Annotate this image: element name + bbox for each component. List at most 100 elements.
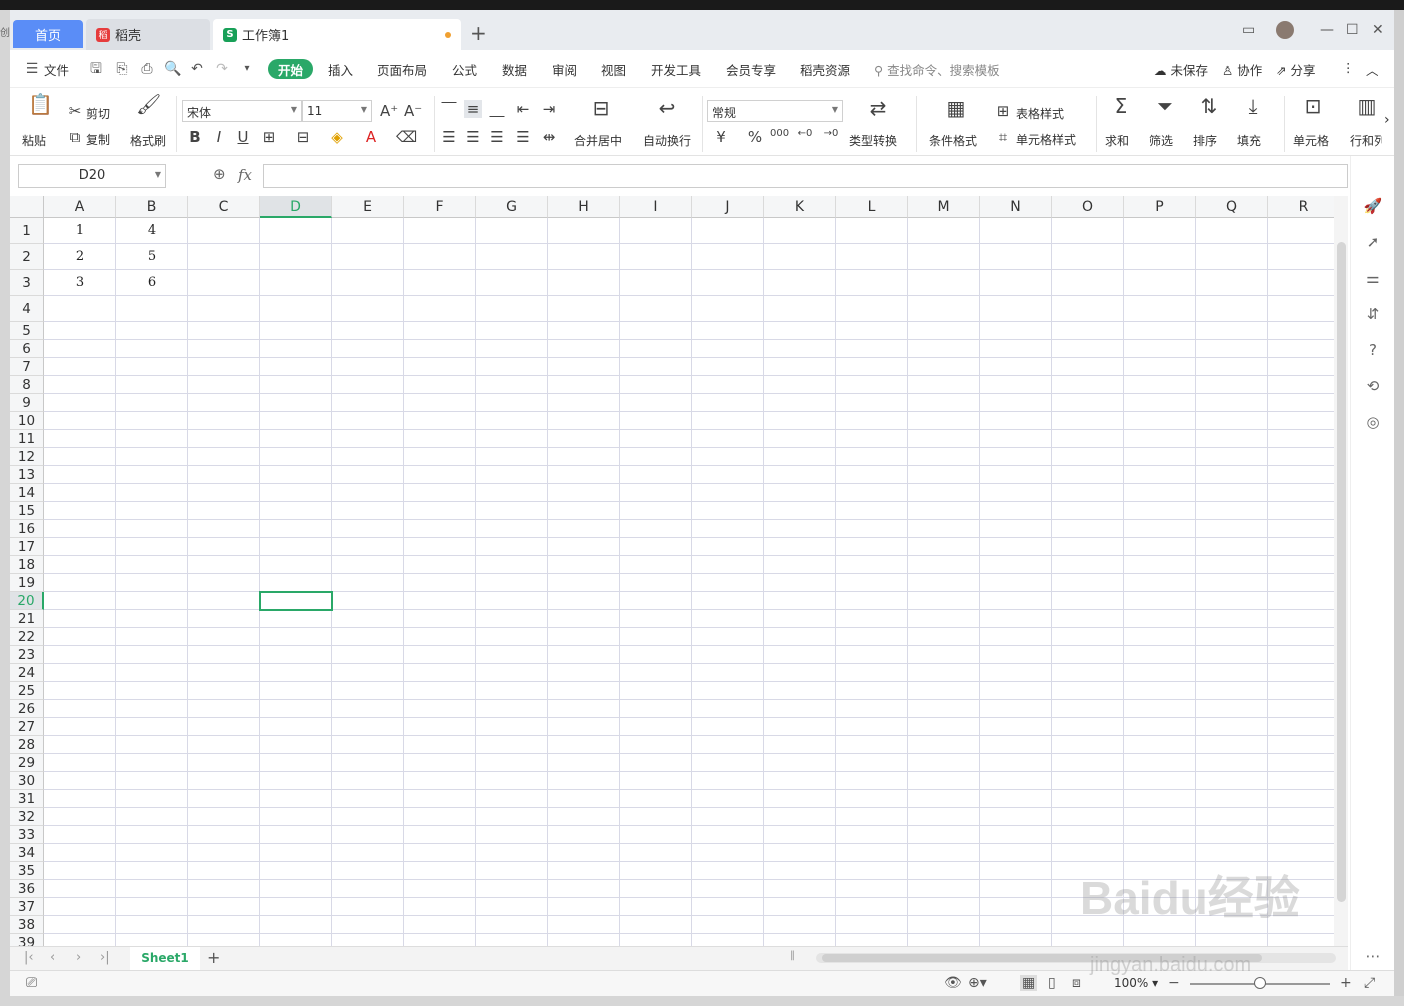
vertical-scrollbar[interactable] [1334,196,1348,946]
row-header-32[interactable]: 32 [10,808,44,826]
undo-icon[interactable]: ↶ [189,61,205,77]
align-left-icon[interactable]: ☰ [440,128,458,146]
column-header-i[interactable]: I [620,196,692,218]
cell-icon[interactable]: ⊡ [1302,94,1324,118]
sum-icon[interactable]: Σ [1110,94,1132,118]
ribbon-scroll-right-icon[interactable]: › [1384,112,1390,128]
strikethrough-icon[interactable]: ⊟ [294,128,312,146]
menu-developer[interactable]: 开发工具 [651,60,701,79]
column-header-m[interactable]: M [908,196,980,218]
format-painter-icon[interactable]: 🖌 [136,92,161,116]
paste-icon[interactable]: 📋 [28,92,53,116]
row-header-30[interactable]: 30 [10,772,44,790]
border-icon[interactable]: ⊞ [260,128,278,146]
macro-record-icon[interactable]: ⎚ [26,975,37,991]
cell-a2[interactable]: 2 [44,244,116,270]
vertical-scroll-thumb[interactable] [1337,242,1346,902]
select-all-corner[interactable] [10,196,44,218]
row-header-1[interactable]: 1 [10,218,44,244]
split-handle-icon[interactable]: ‖ [790,950,795,961]
last-sheet-icon[interactable]: ›| [100,950,110,965]
new-tab-button[interactable]: + [470,23,487,43]
sort-icon[interactable]: ⇅ [1198,94,1220,118]
filter-button[interactable]: 筛选 [1149,132,1173,149]
row-header-8[interactable]: 8 [10,376,44,394]
indent-icon[interactable]: ⇥ [540,100,558,118]
share-button[interactable]: ⇗ 分享 [1276,60,1315,79]
cursor-icon[interactable]: ➚ [1363,232,1383,252]
column-header-n[interactable]: N [980,196,1052,218]
first-sheet-icon[interactable]: |‹ [24,950,34,965]
row-header-10[interactable]: 10 [10,412,44,430]
row-header-14[interactable]: 14 [10,484,44,502]
bold-icon[interactable]: B [186,128,204,146]
scissors-icon[interactable]: ✂ [66,102,84,120]
column-header-c[interactable]: C [188,196,260,218]
underline-icon[interactable]: U [234,128,252,146]
number-format-select[interactable]: 常规 ▼ [707,100,843,122]
row-header-29[interactable]: 29 [10,754,44,772]
zoom-formula-icon[interactable]: ⊕ [213,165,226,183]
column-header-j[interactable]: J [692,196,764,218]
sheet-tab-sheet1[interactable]: Sheet1 [130,947,200,970]
row-header-19[interactable]: 19 [10,574,44,592]
row-header-37[interactable]: 37 [10,898,44,916]
column-header-b[interactable]: B [116,196,188,218]
menu-view[interactable]: 视图 [601,60,626,79]
fill-icon[interactable]: ⤓ [1242,94,1264,118]
menu-review[interactable]: 审阅 [552,60,577,79]
column-header-f[interactable]: F [404,196,476,218]
type-convert-button[interactable]: 类型转换 [849,132,897,149]
align-top-icon[interactable]: ⎺ [440,100,458,118]
row-header-27[interactable]: 27 [10,718,44,736]
menu-start[interactable]: 开始 [268,59,313,79]
cell-b2[interactable]: 5 [116,244,188,270]
increase-decimal-icon[interactable]: ←0 [796,128,814,139]
row-header-16[interactable]: 16 [10,520,44,538]
italic-icon[interactable]: I [210,128,228,146]
zoom-level[interactable]: 100% ▾ [1114,976,1158,990]
hamburger-icon[interactable]: ☰ [24,61,40,77]
save-icon[interactable]: 🖫 [88,61,104,77]
row-header-26[interactable]: 26 [10,700,44,718]
export-icon[interactable]: ⎘ [114,61,130,77]
table-style-button[interactable]: 表格样式 [1016,105,1064,122]
menu-file[interactable]: 文件 [44,60,69,79]
row-header-22[interactable]: 22 [10,628,44,646]
decrease-decimal-icon[interactable]: →0 [822,128,840,139]
merge-center-button[interactable]: 合并居中 [574,132,622,149]
row-header-35[interactable]: 35 [10,862,44,880]
conditional-format-button[interactable]: 条件格式 [929,132,977,149]
convert-icon[interactable]: ⇄ [866,96,890,120]
zoom-out-icon[interactable]: − [1168,975,1180,991]
outdent-icon[interactable]: ⇤ [514,100,532,118]
row-header-38[interactable]: 38 [10,916,44,934]
column-header-l[interactable]: L [836,196,908,218]
sort-button[interactable]: 排序 [1193,132,1217,149]
menu-member[interactable]: 会员专享 [726,60,776,79]
row-header-18[interactable]: 18 [10,556,44,574]
wrap-text-button[interactable]: 自动换行 [643,132,691,149]
row-header-11[interactable]: 11 [10,430,44,448]
menu-page-layout[interactable]: 页面布局 [377,60,427,79]
add-sheet-button[interactable]: + [207,948,220,967]
print-preview-icon[interactable]: 🔍 [164,61,181,77]
fill-button[interactable]: 填充 [1237,132,1261,149]
table-style-icon[interactable]: ⊞ [994,102,1012,120]
backup-icon[interactable]: ⟲ [1363,376,1383,396]
tab-docer[interactable]: 稻 稻壳 [86,19,210,50]
cell-b1[interactable]: 4 [116,218,188,244]
align-center-icon[interactable]: ☰ [464,128,482,146]
row-col-icon[interactable]: ▥ [1356,94,1378,118]
row-header-3[interactable]: 3 [10,270,44,296]
wrap-text-icon[interactable]: ↩ [654,96,680,120]
row-col-button[interactable]: 行和列 [1350,132,1382,149]
workspace-icon[interactable]: ▭ [1242,20,1255,40]
maximize-icon[interactable]: ☐ [1346,20,1359,40]
page-layout-view-icon[interactable]: ▯ [1048,975,1056,991]
zoom-slider-knob[interactable] [1254,977,1266,989]
eye-protection-icon[interactable]: 👁 [944,975,962,991]
paste-button[interactable]: 粘贴 [22,132,46,149]
collapse-ribbon-icon[interactable]: ︿ [1366,60,1379,79]
clear-format-icon[interactable]: ⌫ [396,128,417,146]
